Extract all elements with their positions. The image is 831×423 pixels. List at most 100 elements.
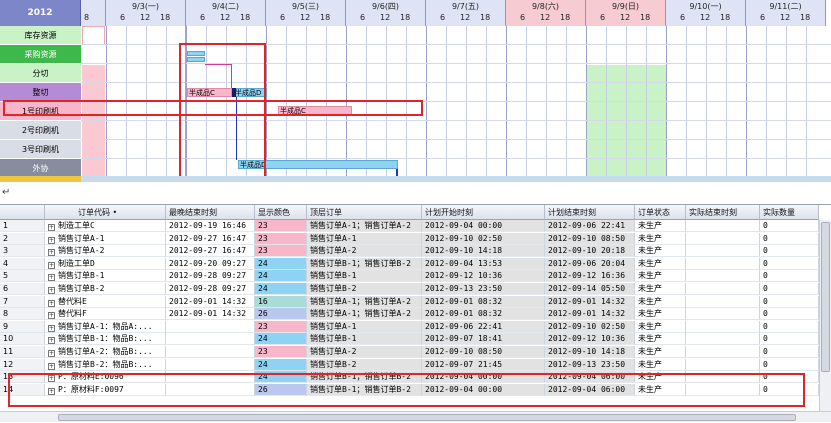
latest-end-time-cell[interactable]: 2012-09-01 14:32 <box>166 308 255 321</box>
planned-start-cell[interactable]: 2012-09-07 18:41 <box>422 333 545 346</box>
column-header-planned-start[interactable]: 计划开始时刻 <box>422 205 545 220</box>
planned-start-cell[interactable]: 2012-09-12 10:36 <box>422 270 545 283</box>
display-color-cell[interactable]: 24 <box>255 283 307 295</box>
top-order-cell[interactable]: 销售订单A-1；销售订单A-2 <box>307 308 422 321</box>
display-color-cell[interactable]: 23 <box>255 232 307 245</box>
column-header-latest-end-time[interactable]: 最晚结束时刻 <box>166 205 255 220</box>
planned-start-cell[interactable]: 2012-09-01 08:32 <box>422 295 545 308</box>
latest-end-time-cell[interactable]: 2012-09-28 09:27 <box>166 283 255 295</box>
planned-end-cell[interactable]: 2012-09-10 14:18 <box>545 346 635 358</box>
actual-quantity-cell[interactable]: 0 <box>760 308 819 321</box>
column-header-actual-end-time[interactable]: 实际结束时刻 <box>686 205 760 220</box>
top-order-cell[interactable]: 销售订单A-1；销售订单A-2 <box>307 295 422 308</box>
actual-quantity-cell[interactable]: 0 <box>760 220 819 232</box>
column-header-order-status[interactable]: 订单状态 <box>635 205 686 220</box>
order-status-cell[interactable]: 未生产 <box>635 295 686 308</box>
actual-quantity-cell[interactable]: 0 <box>760 346 819 358</box>
row-number-cell[interactable]: 2 <box>0 232 45 245</box>
planned-end-cell[interactable]: 2012-09-12 16:36 <box>545 270 635 283</box>
column-header-planned-end[interactable]: 计划结束时刻 <box>545 205 635 220</box>
actual-end-time-cell[interactable] <box>686 358 760 371</box>
display-color-cell[interactable]: 23 <box>255 245 307 258</box>
expand-toggle-icon[interactable]: + <box>48 362 55 370</box>
row-number-cell[interactable]: 7 <box>0 295 45 308</box>
top-order-cell[interactable]: 销售订单B-1 <box>307 333 422 346</box>
actual-end-time-cell[interactable] <box>686 295 760 308</box>
row-number-cell[interactable]: 1 <box>0 220 45 232</box>
resource-label[interactable]: 3号印刷机 <box>0 140 81 159</box>
order-status-cell[interactable]: 未生产 <box>635 270 686 283</box>
planned-start-cell[interactable]: 2012-09-10 14:18 <box>422 245 545 258</box>
planned-start-cell[interactable]: 2012-09-13 23:50 <box>422 283 545 295</box>
latest-end-time-cell[interactable]: 2012-09-19 16:46 <box>166 220 255 232</box>
planned-end-cell[interactable]: 2012-09-01 14:32 <box>545 295 635 308</box>
actual-end-time-cell[interactable] <box>686 257 760 270</box>
display-color-cell[interactable]: 24 <box>255 358 307 371</box>
order-status-cell[interactable]: 未生产 <box>635 333 686 346</box>
column-header-actual-quantity[interactable]: 实际数量 <box>760 205 819 220</box>
expand-toggle-icon[interactable]: + <box>48 312 55 320</box>
actual-quantity-cell[interactable]: 0 <box>760 333 819 346</box>
order-code-cell[interactable]: + 销售订单A-1：物品A:... <box>45 320 166 333</box>
display-color-cell[interactable]: 23 <box>255 220 307 232</box>
latest-end-time-cell[interactable] <box>166 320 255 333</box>
order-status-cell[interactable]: 未生产 <box>635 320 686 333</box>
order-code-cell[interactable]: + 制造工单D <box>45 257 166 270</box>
top-order-cell[interactable]: 销售订单B-2 <box>307 358 422 371</box>
order-code-cell[interactable]: + 销售订单A-1 <box>45 232 166 245</box>
planned-start-cell[interactable]: 2012-09-10 02:50 <box>422 232 545 245</box>
horizontal-scrollbar[interactable] <box>0 411 831 422</box>
expand-toggle-icon[interactable]: + <box>48 324 55 332</box>
column-header-order-code[interactable]: 订单代码 • <box>45 205 166 220</box>
column-header-top-order[interactable]: 顶层订单 <box>307 205 422 220</box>
actual-end-time-cell[interactable] <box>686 270 760 283</box>
order-status-cell[interactable]: 未生产 <box>635 283 686 295</box>
planned-start-cell[interactable]: 2012-09-04 13:53 <box>422 257 545 270</box>
expand-toggle-icon[interactable]: + <box>48 299 55 307</box>
row-number-cell[interactable]: 12 <box>0 358 45 371</box>
row-number-cell[interactable]: 4 <box>0 257 45 270</box>
resource-label[interactable]: 库存资源 <box>0 26 81 45</box>
row-number-cell[interactable]: 9 <box>0 320 45 333</box>
expand-toggle-icon[interactable]: + <box>48 337 55 345</box>
actual-quantity-cell[interactable]: 0 <box>760 358 819 371</box>
actual-quantity-cell[interactable]: 0 <box>760 295 819 308</box>
horizontal-scroll-thumb[interactable] <box>58 414 796 421</box>
latest-end-time-cell[interactable] <box>166 333 255 346</box>
expand-toggle-icon[interactable]: + <box>48 249 55 257</box>
planned-end-cell[interactable]: 2012-09-10 02:50 <box>545 320 635 333</box>
actual-end-time-cell[interactable] <box>686 283 760 295</box>
planned-start-cell[interactable]: 2012-09-10 08:50 <box>422 346 545 358</box>
planned-end-cell[interactable]: 2012-09-14 05:50 <box>545 283 635 295</box>
order-code-cell[interactable]: + 销售订单B-2：物品B:... <box>45 358 166 371</box>
latest-end-time-cell[interactable] <box>166 346 255 358</box>
row-number-cell[interactable]: 8 <box>0 308 45 321</box>
top-order-cell[interactable]: 销售订单A-2 <box>307 245 422 258</box>
planned-end-cell[interactable]: 2012-09-13 23:50 <box>545 358 635 371</box>
planned-end-cell[interactable]: 2012-09-06 20:04 <box>545 257 635 270</box>
expand-toggle-icon[interactable]: + <box>48 261 55 269</box>
display-color-cell[interactable]: 24 <box>255 270 307 283</box>
row-number-cell[interactable]: 6 <box>0 283 45 295</box>
order-code-cell[interactable]: + 替代料E <box>45 295 166 308</box>
order-code-cell[interactable]: + 销售订单B-2 <box>45 283 166 295</box>
row-number-cell[interactable]: 11 <box>0 346 45 358</box>
actual-end-time-cell[interactable] <box>686 245 760 258</box>
order-code-cell[interactable]: + 销售订单A-2 <box>45 245 166 258</box>
actual-quantity-cell[interactable]: 0 <box>760 320 819 333</box>
actual-quantity-cell[interactable]: 0 <box>760 257 819 270</box>
top-order-cell[interactable]: 销售订单B-1；销售订单B-2 <box>307 257 422 270</box>
display-color-cell[interactable]: 16 <box>255 295 307 308</box>
planned-end-cell[interactable]: 2012-09-01 14:32 <box>545 308 635 321</box>
planned-start-cell[interactable]: 2012-09-04 00:00 <box>422 220 545 232</box>
actual-quantity-cell[interactable]: 0 <box>760 270 819 283</box>
planned-start-cell[interactable]: 2012-09-06 22:41 <box>422 320 545 333</box>
row-number-cell[interactable]: 3 <box>0 245 45 258</box>
actual-end-time-cell[interactable] <box>686 232 760 245</box>
display-color-cell[interactable]: 24 <box>255 257 307 270</box>
display-color-cell[interactable]: 26 <box>255 308 307 321</box>
order-status-cell[interactable]: 未生产 <box>635 232 686 245</box>
display-color-cell[interactable]: 24 <box>255 333 307 346</box>
top-order-cell[interactable]: 销售订单B-1 <box>307 270 422 283</box>
expand-toggle-icon[interactable]: + <box>48 274 55 282</box>
